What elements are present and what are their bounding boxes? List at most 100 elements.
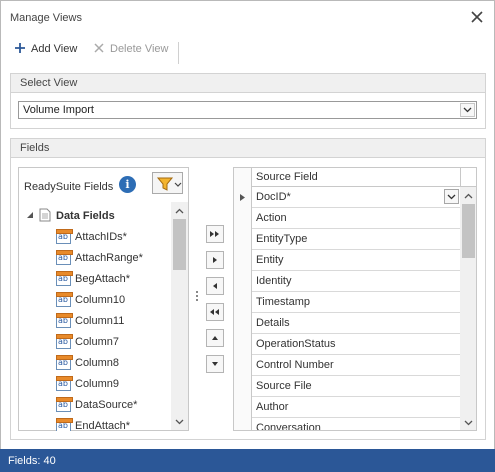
row-indicator bbox=[234, 271, 252, 292]
tree-item-label: Column7 bbox=[75, 336, 120, 348]
cell-dropdown-icon[interactable] bbox=[444, 189, 459, 204]
down-arrow-icon bbox=[212, 362, 218, 366]
table-row[interactable]: Conversation bbox=[234, 418, 461, 431]
tree-item-label: Column9 bbox=[75, 378, 120, 390]
close-icon[interactable] bbox=[469, 9, 485, 25]
text-field-icon: ab bbox=[56, 228, 73, 244]
tree-item-label: Column10 bbox=[75, 294, 126, 306]
delete-view-button[interactable]: Delete View bbox=[93, 41, 169, 57]
tree-item[interactable]: ab Column7 bbox=[56, 333, 119, 351]
source-field-column-header[interactable]: Source Field bbox=[256, 171, 318, 183]
collapse-arrow-icon[interactable] bbox=[26, 210, 34, 222]
fields-count: Fields: 40 bbox=[8, 455, 56, 467]
table-row[interactable]: Source File bbox=[234, 376, 461, 397]
tree-item[interactable]: ab Column10 bbox=[56, 291, 125, 309]
row-indicator bbox=[234, 355, 252, 376]
text-field-icon: ab bbox=[56, 270, 73, 286]
tree-item[interactable]: ab Column8 bbox=[56, 354, 119, 372]
status-bar: Fields: 40 bbox=[0, 449, 495, 472]
cell-value: DocID* bbox=[256, 191, 291, 203]
cell-value: Control Number bbox=[256, 359, 334, 371]
scroll-down-icon[interactable] bbox=[460, 414, 476, 430]
delete-view-label: Delete View bbox=[110, 43, 169, 55]
move-down-button[interactable] bbox=[206, 355, 224, 373]
tree-root-data-fields[interactable]: Data Fields bbox=[26, 207, 115, 225]
tree-item[interactable]: ab DataSource* bbox=[56, 396, 137, 414]
tree-item-label: AttachIDs* bbox=[75, 231, 127, 243]
table-row[interactable]: DocID* bbox=[234, 187, 461, 208]
toolbar-separator bbox=[178, 42, 179, 64]
right-arrow-icon bbox=[213, 257, 217, 263]
tree-item[interactable]: ab BegAttach* bbox=[56, 270, 130, 288]
splitter-grip[interactable] bbox=[196, 291, 199, 305]
left-arrow-icon bbox=[213, 283, 217, 289]
table-row[interactable]: Entity bbox=[234, 250, 461, 271]
tree-item[interactable]: ab Column11 bbox=[56, 312, 124, 330]
scroll-thumb[interactable] bbox=[462, 204, 475, 258]
row-indicator bbox=[234, 376, 252, 397]
plus-icon bbox=[14, 42, 26, 57]
double-right-arrow-icon bbox=[210, 231, 219, 237]
table-row[interactable]: EntityType bbox=[234, 229, 461, 250]
up-arrow-icon bbox=[212, 336, 218, 340]
title-bar: Manage Views bbox=[1, 1, 494, 35]
text-field-icon: ab bbox=[56, 291, 73, 307]
filter-funnel-icon bbox=[156, 177, 182, 191]
source-field-grid: Source Field DocID* Action EntityType En… bbox=[233, 167, 477, 431]
cell-value: OperationStatus bbox=[256, 338, 336, 350]
select-view-header: Select View bbox=[11, 74, 485, 93]
move-up-button[interactable] bbox=[206, 329, 224, 347]
tree-item-label: BegAttach* bbox=[75, 273, 131, 285]
view-select[interactable]: Volume Import bbox=[18, 101, 477, 119]
table-row[interactable]: Control Number bbox=[234, 355, 461, 376]
tree-item[interactable]: ab EndAttach* bbox=[56, 417, 130, 431]
info-icon[interactable]: i bbox=[119, 176, 136, 193]
text-field-icon: ab bbox=[56, 396, 73, 412]
scroll-up-icon[interactable] bbox=[460, 187, 476, 204]
scroll-down-icon[interactable] bbox=[171, 413, 188, 430]
text-field-icon: ab bbox=[56, 417, 73, 431]
text-field-icon: ab bbox=[56, 354, 73, 370]
cell-value: Identity bbox=[256, 275, 292, 287]
cell-value: Action bbox=[256, 212, 287, 224]
row-indicator bbox=[234, 313, 252, 334]
move-all-right-button[interactable] bbox=[206, 225, 224, 243]
table-row[interactable]: Details bbox=[234, 313, 461, 334]
tree-item[interactable]: ab AttachRange* bbox=[56, 249, 143, 267]
tree-item[interactable]: ab Column9 bbox=[56, 375, 119, 393]
tree-scrollbar[interactable] bbox=[171, 202, 188, 430]
row-indicator bbox=[234, 334, 252, 355]
move-right-button[interactable] bbox=[206, 251, 224, 269]
cell-value: Entity bbox=[256, 254, 284, 266]
tree-item[interactable]: ab AttachIDs* bbox=[56, 228, 127, 246]
move-left-button[interactable] bbox=[206, 277, 224, 295]
cell-value: EntityType bbox=[256, 233, 308, 245]
view-select-value: Volume Import bbox=[23, 104, 94, 116]
tree-item-label: Column11 bbox=[75, 315, 125, 327]
table-row[interactable]: OperationStatus bbox=[234, 334, 461, 355]
fields-header: Fields bbox=[11, 139, 485, 158]
table-row[interactable]: Action bbox=[234, 208, 461, 229]
add-view-button[interactable]: Add View bbox=[14, 41, 77, 57]
delete-x-icon bbox=[93, 42, 105, 57]
move-all-left-button[interactable] bbox=[206, 303, 224, 321]
row-indicator bbox=[234, 397, 252, 418]
cell-value: Timestamp bbox=[256, 296, 310, 308]
table-row[interactable]: Author bbox=[234, 397, 461, 418]
table-row[interactable]: Identity bbox=[234, 271, 461, 292]
grid-scrollbar[interactable] bbox=[460, 187, 476, 430]
cell-value: Details bbox=[256, 317, 290, 329]
cell-value: Conversation bbox=[256, 422, 321, 431]
filter-button[interactable] bbox=[152, 172, 183, 194]
row-indicator bbox=[234, 229, 252, 250]
double-left-arrow-icon bbox=[210, 309, 219, 315]
scroll-thumb[interactable] bbox=[173, 219, 186, 270]
table-row[interactable]: Timestamp bbox=[234, 292, 461, 313]
scroll-up-icon[interactable] bbox=[171, 202, 188, 219]
tree-item-label: DataSource* bbox=[75, 399, 138, 411]
select-view-group: Select View Volume Import bbox=[10, 73, 486, 129]
cell-value: Source File bbox=[256, 380, 312, 392]
tree-item-label: Column8 bbox=[75, 357, 120, 369]
chevron-down-icon[interactable] bbox=[460, 103, 475, 117]
row-indicator bbox=[234, 250, 252, 271]
